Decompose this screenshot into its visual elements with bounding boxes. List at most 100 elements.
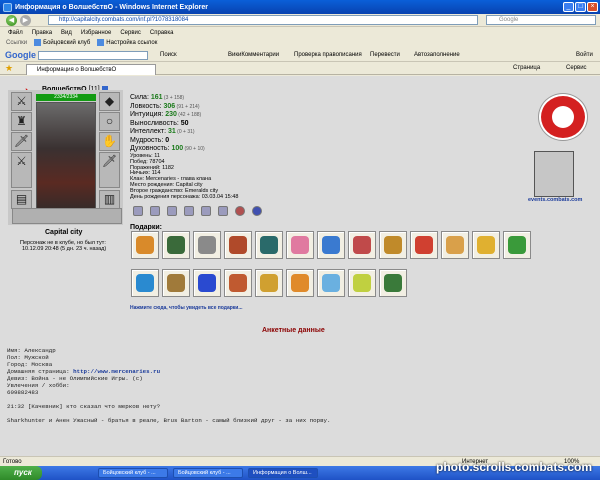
effect-icon[interactable] bbox=[235, 206, 245, 216]
translate-button[interactable]: Перевести bbox=[370, 49, 400, 62]
armor-slot-icon[interactable]: ⚔ bbox=[11, 152, 32, 188]
link-item[interactable]: Бойцовский клуб bbox=[34, 38, 90, 49]
gift-icon[interactable] bbox=[503, 231, 531, 259]
wiki-comments-button[interactable]: ВикиКомментарии bbox=[228, 49, 279, 62]
stats-block: Сила: 161 (3 + 158) Ловкость: 306 (91 + 2… bbox=[130, 94, 205, 154]
links-label: Ссылки bbox=[6, 40, 28, 46]
maximize-button[interactable]: □ bbox=[575, 2, 586, 12]
status-text: Готово bbox=[3, 459, 22, 465]
homepage-link[interactable]: http://www.mercenaries.ru bbox=[73, 368, 160, 375]
menu-view[interactable]: Вид bbox=[61, 28, 72, 38]
gift-icon[interactable] bbox=[131, 269, 159, 297]
taskbar-item[interactable]: Бойцовский клуб - ... bbox=[173, 468, 243, 478]
taskbar-item[interactable]: Бойцовский клуб - ... bbox=[98, 468, 168, 478]
google-search-button[interactable]: Поиск bbox=[160, 49, 177, 62]
page-menu[interactable]: Страница bbox=[513, 65, 540, 71]
gift-icon[interactable] bbox=[379, 231, 407, 259]
stat-value: 50 bbox=[180, 119, 189, 127]
autofill-button[interactable]: Автозаполнение bbox=[414, 49, 460, 62]
effect-icon[interactable] bbox=[150, 206, 160, 216]
gift-icon[interactable] bbox=[193, 269, 221, 297]
stat-extra: (91 + 214) bbox=[175, 103, 200, 110]
tools-menu[interactable]: Сервис bbox=[566, 65, 587, 71]
tab-current[interactable]: Информация о ВолшебствО bbox=[26, 64, 156, 75]
gift-icon[interactable] bbox=[131, 231, 159, 259]
gift-icon[interactable] bbox=[348, 231, 376, 259]
start-button[interactable]: пуск bbox=[0, 466, 42, 480]
google-toolbar: Google Поиск ВикиКомментарии Проверка пр… bbox=[0, 49, 600, 62]
link-item[interactable]: Настройка ссылок bbox=[97, 38, 157, 49]
address-input[interactable]: http://capitalcity.combats.com/inf.pl?10… bbox=[48, 15, 478, 25]
gift-icon[interactable] bbox=[410, 231, 438, 259]
shield-slot-icon[interactable]: 🗡 bbox=[99, 152, 120, 188]
menu-bar: Файл Правка Вид Избранное Сервис Справка bbox=[0, 28, 600, 38]
minimize-button[interactable]: _ bbox=[563, 2, 574, 12]
google-logo: Google bbox=[5, 50, 36, 60]
clan-emblem-icon[interactable] bbox=[539, 94, 587, 140]
gift-icon[interactable] bbox=[255, 231, 283, 259]
gift-icon[interactable] bbox=[348, 269, 376, 297]
last-seen-time: 10.12.09 20:48 (5 дн. 23 ч. назад) bbox=[22, 246, 107, 252]
google-search-input[interactable] bbox=[38, 51, 148, 60]
stat-row: Интуиция: 230 (42 + 188) bbox=[130, 111, 205, 120]
gifts-header: Подарки: bbox=[130, 224, 162, 231]
events-banner-icon[interactable] bbox=[534, 151, 574, 197]
anket-motto: Девиз: Война - не Олимпийские Игры. (c) bbox=[7, 375, 143, 382]
stat-value: 230 bbox=[165, 111, 177, 118]
anket-name: Имя: Александр bbox=[7, 347, 56, 354]
ring-slot-icon[interactable]: ○ bbox=[99, 112, 120, 131]
gloves-slot-icon[interactable]: ✋ bbox=[99, 132, 120, 151]
effect-icon[interactable] bbox=[167, 206, 177, 216]
forward-button[interactable]: ▶ bbox=[20, 15, 31, 26]
ie-icon bbox=[3, 2, 12, 12]
all-gifts-link[interactable]: Нажмите сюда, чтобы увидеть все подарки.… bbox=[130, 305, 243, 311]
menu-tools[interactable]: Сервис bbox=[120, 28, 141, 38]
events-link[interactable]: events.combats.com bbox=[528, 197, 582, 203]
gift-icon[interactable] bbox=[317, 269, 345, 297]
stat-label: Выносливость: bbox=[130, 119, 181, 127]
earring-slot-icon[interactable]: ◆ bbox=[99, 92, 120, 111]
boots-slot-icon[interactable]: ▥ bbox=[99, 190, 120, 209]
gift-icon[interactable] bbox=[193, 231, 221, 259]
anket-homepage-row: Домашняя страница: http://www.mercenarie… bbox=[7, 368, 331, 375]
stat-extra: (0 + 31) bbox=[175, 129, 195, 135]
effect-icon[interactable] bbox=[252, 206, 262, 216]
gift-icon[interactable] bbox=[162, 231, 190, 259]
back-button[interactable]: ◀ bbox=[6, 15, 17, 26]
gift-icon[interactable] bbox=[224, 269, 252, 297]
gift-icon[interactable] bbox=[317, 231, 345, 259]
gift-icon[interactable] bbox=[224, 231, 252, 259]
belt-slot-icon[interactable]: ▤ bbox=[11, 190, 32, 209]
gift-icon[interactable] bbox=[472, 231, 500, 259]
signin-button[interactable]: Войти bbox=[576, 49, 593, 62]
menu-edit[interactable]: Правка bbox=[32, 28, 52, 38]
gift-icon[interactable] bbox=[441, 231, 469, 259]
menu-help[interactable]: Справка bbox=[150, 28, 174, 38]
menu-file[interactable]: Файл bbox=[8, 28, 23, 38]
stat-label: Интуиция: bbox=[130, 111, 166, 118]
effect-icon[interactable] bbox=[201, 206, 211, 216]
search-input[interactable]: Google bbox=[486, 15, 596, 25]
taskbar-item[interactable]: Информация о Волш... bbox=[248, 468, 318, 478]
weapon-slot-icon[interactable]: 🗡 bbox=[11, 132, 32, 151]
anket-hobby: Увлечения / хобби: bbox=[7, 382, 70, 389]
spellcheck-button[interactable]: Проверка правописания bbox=[294, 49, 362, 62]
anket-homepage-label: Домашняя страница: bbox=[7, 368, 74, 375]
effect-icon[interactable] bbox=[184, 206, 194, 216]
gift-icon[interactable] bbox=[286, 269, 314, 297]
helmet-slot-icon[interactable]: ⚔ bbox=[11, 92, 32, 111]
gift-icon[interactable] bbox=[162, 269, 190, 297]
favorites-star-icon[interactable]: ★ bbox=[5, 63, 13, 74]
gift-icon[interactable] bbox=[255, 269, 283, 297]
close-button[interactable]: × bbox=[587, 2, 598, 12]
menu-favorites[interactable]: Избранное bbox=[81, 28, 111, 38]
gift-icon[interactable] bbox=[286, 231, 314, 259]
stat-label: Духовность: bbox=[130, 145, 172, 152]
stat-row: Интеллект: 31 (0 + 31) bbox=[130, 128, 205, 137]
gift-icon[interactable] bbox=[379, 269, 407, 297]
character-portrait bbox=[36, 102, 96, 218]
effect-icon[interactable] bbox=[133, 206, 143, 216]
hp-bar: 2334/2334 bbox=[36, 94, 96, 101]
bracer-slot-icon[interactable]: ♜ bbox=[11, 112, 32, 131]
effect-icon[interactable] bbox=[218, 206, 228, 216]
